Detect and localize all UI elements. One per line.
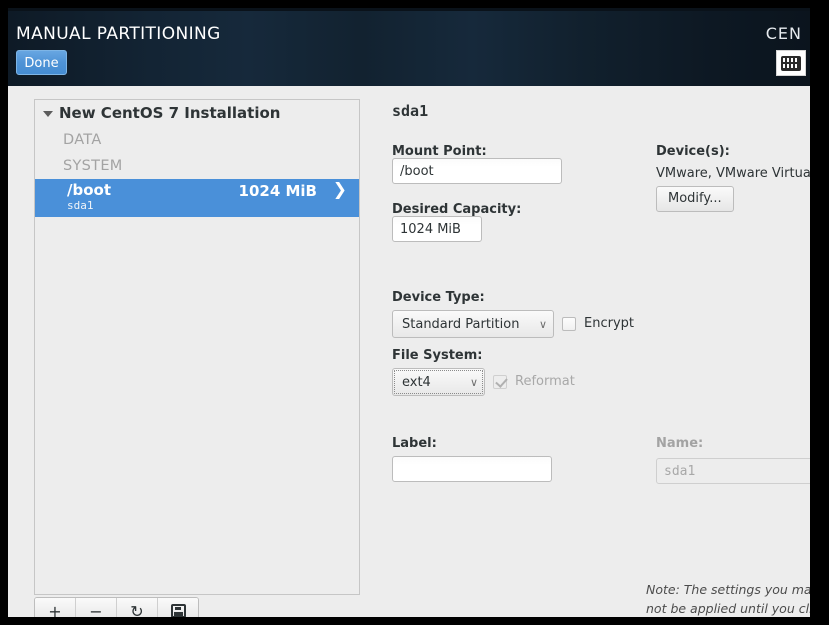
- device-type-label: Device Type:: [392, 290, 485, 305]
- keyboard-icon: [781, 55, 801, 71]
- note-line-2: not be applied until you clic: [646, 601, 810, 616]
- encrypt-label: Encrypt: [584, 316, 634, 331]
- reformat-checkbox[interactable]: Reformat: [493, 374, 575, 389]
- chevron-down-icon: ∨: [538, 317, 547, 331]
- partition-size: 1024 MiB: [238, 182, 317, 200]
- file-system-label: File System:: [392, 348, 483, 363]
- partition-list[interactable]: New CentOS 7 Installation DATA SYSTEM /b…: [34, 99, 360, 595]
- encrypt-checkbox[interactable]: Encrypt: [562, 316, 634, 331]
- checkbox-icon: [562, 316, 576, 331]
- mount-point-label: Mount Point:: [392, 144, 487, 159]
- note-line-1: Note: The settings you mak: [646, 582, 810, 597]
- device-type-select[interactable]: Standard Partition ∨: [392, 310, 554, 338]
- brand-label: CEN: [765, 24, 802, 43]
- installer-window: MANUAL PARTITIONING Done CEN New CentOS …: [8, 8, 810, 617]
- partition-row-boot[interactable]: /boot sda1 1024 MiB ❯: [35, 179, 359, 217]
- installation-group-label: New CentOS 7 Installation: [59, 104, 281, 122]
- chevron-right-icon[interactable]: ❯: [333, 182, 347, 199]
- mount-point-input[interactable]: [392, 158, 562, 184]
- checkbox-checked-icon: [493, 374, 507, 389]
- reformat-label: Reformat: [515, 374, 575, 389]
- selected-device-title: sda1: [392, 102, 429, 120]
- chevron-down-icon[interactable]: [43, 111, 53, 117]
- sidebar-section-system: SYSTEM: [35, 153, 359, 179]
- device-type-value: Standard Partition: [402, 316, 520, 332]
- remove-partition-button[interactable]: −: [76, 598, 117, 617]
- name-input: [656, 458, 810, 484]
- add-partition-button[interactable]: +: [35, 598, 76, 617]
- partition-device-name: sda1: [67, 199, 94, 212]
- done-button[interactable]: Done: [16, 50, 67, 75]
- installation-group-header[interactable]: New CentOS 7 Installation: [35, 100, 359, 127]
- screen: MANUAL PARTITIONING Done CEN New CentOS …: [0, 0, 829, 625]
- header-bar: MANUAL PARTITIONING Done CEN: [8, 8, 810, 86]
- devices-label: Device(s):: [656, 144, 730, 159]
- label-input[interactable]: [392, 456, 552, 482]
- desired-capacity-label: Desired Capacity:: [392, 202, 522, 217]
- desired-capacity-input[interactable]: [392, 216, 482, 242]
- label-field-label: Label:: [392, 436, 437, 451]
- partition-toolbar: + − ↻: [34, 597, 199, 617]
- file-system-select[interactable]: ext4 ∨: [392, 368, 485, 396]
- storage-configuration-button[interactable]: [158, 598, 198, 617]
- partition-mount-point: /boot: [67, 181, 111, 199]
- chevron-down-icon: ∨: [469, 375, 478, 389]
- sidebar-section-data: DATA: [35, 127, 359, 153]
- disk-icon: [170, 604, 186, 617]
- modify-button[interactable]: Modify...: [656, 186, 734, 212]
- name-field-label: Name:: [656, 436, 704, 451]
- devices-value: VMware, VMware Virtual S: [656, 166, 810, 181]
- keyboard-layout-indicator[interactable]: [776, 50, 806, 76]
- partition-details-panel: sda1 Mount Point: Desired Capacity: Devi…: [376, 86, 810, 617]
- file-system-value: ext4: [402, 374, 431, 390]
- page-title: MANUAL PARTITIONING: [16, 24, 221, 44]
- refresh-button[interactable]: ↻: [117, 598, 158, 617]
- content-area: New CentOS 7 Installation DATA SYSTEM /b…: [8, 86, 810, 617]
